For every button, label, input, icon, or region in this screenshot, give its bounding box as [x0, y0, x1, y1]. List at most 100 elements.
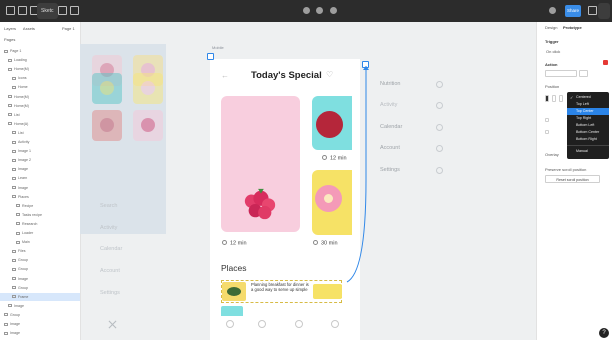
layer-name: Tasks recipe — [22, 212, 42, 217]
frame-icon — [4, 322, 8, 326]
top-toolbar: Sketc Share — [0, 0, 612, 22]
share-button[interactable]: Share — [565, 5, 581, 17]
frame-icon — [8, 95, 12, 99]
layer-row[interactable]: Tasks recipe — [0, 211, 80, 219]
delete-interaction-icon[interactable] — [603, 60, 608, 65]
dropdown-item[interactable]: Top Left — [567, 101, 609, 108]
layer-row[interactable]: List — [0, 111, 80, 119]
layer-row[interactable]: Group — [0, 265, 80, 273]
component-icon[interactable] — [316, 7, 323, 14]
hand-tool-icon[interactable] — [58, 6, 67, 15]
nav-settings[interactable]: Settings — [380, 167, 400, 173]
bookmark-icon[interactable] — [295, 320, 303, 328]
nav-account[interactable]: Account — [380, 145, 400, 151]
layer-row[interactable]: Image 2 — [0, 156, 80, 164]
theme-icon[interactable] — [303, 7, 310, 14]
dropdown-item[interactable]: Top Center — [567, 108, 609, 115]
align-center-button[interactable] — [552, 95, 556, 102]
raspberry-image — [244, 188, 276, 220]
move-tool-icon[interactable] — [18, 6, 27, 15]
nav-nutrition[interactable]: Nutrition — [380, 81, 400, 87]
connection-handle[interactable] — [362, 61, 369, 68]
layer-row[interactable]: Image — [0, 302, 80, 310]
layer-row[interactable]: Activity — [0, 138, 80, 146]
selection-handle[interactable] — [207, 53, 214, 60]
layer-row[interactable]: Home — [0, 83, 80, 91]
help-button[interactable]: ? — [599, 328, 609, 338]
ghost-nav-settings: Settings — [100, 290, 120, 296]
image-tile — [92, 110, 122, 141]
nav-activity[interactable]: Activity — [380, 102, 397, 108]
destination-select[interactable] — [579, 70, 588, 77]
comment-tool-icon[interactable] — [70, 6, 79, 15]
align-left-button[interactable] — [545, 95, 549, 102]
layer-row[interactable]: Image — [0, 275, 80, 283]
layer-row[interactable]: Home(A) — [0, 120, 80, 128]
layer-row[interactable]: Image — [0, 320, 80, 328]
image-tile — [133, 110, 163, 141]
position-dropdown[interactable]: ✓ Centered Top Left Top Center Top Right Bott… — [567, 92, 609, 159]
dropdown-item[interactable]: Bottom Right — [567, 136, 609, 143]
action-select[interactable] — [545, 70, 577, 77]
layer-row[interactable]: Learn — [0, 174, 80, 182]
reset-scroll-button[interactable]: Reset scroll position — [545, 175, 600, 183]
layer-row[interactable]: Frame — [0, 292, 80, 301]
layer-row[interactable]: Image — [0, 329, 80, 337]
page-selector[interactable]: Page 1 — [62, 26, 75, 31]
layer-row[interactable]: Page 1 — [0, 47, 80, 55]
tab-design[interactable]: Design — [545, 25, 557, 30]
layer-name: Frame — [18, 294, 29, 299]
zoom-menu[interactable] — [598, 3, 610, 19]
tab-prototype[interactable]: Prototype — [563, 25, 582, 30]
search-icon[interactable] — [258, 320, 266, 328]
layer-row[interactable]: Icons — [0, 74, 80, 82]
layer-row[interactable]: Image — [0, 165, 80, 173]
tab-assets[interactable]: Assets — [23, 26, 35, 31]
calendar-icon — [436, 124, 443, 131]
layer-row[interactable]: Home(M) — [0, 65, 80, 73]
frame-icon — [12, 295, 16, 299]
home-icon[interactable] — [226, 320, 234, 328]
align-right-button[interactable] — [559, 95, 563, 102]
trigger-select[interactable]: On click — [546, 49, 560, 54]
dropdown-item[interactable]: Manual — [567, 148, 609, 155]
background-checkbox[interactable] — [545, 130, 549, 134]
layer-row[interactable]: Main — [0, 238, 80, 246]
dropdown-separator — [567, 145, 609, 146]
dropdown-item[interactable]: Bottom Left — [567, 122, 609, 129]
close-icon[interactable] — [108, 320, 117, 329]
layer-row[interactable]: Loading — [0, 56, 80, 64]
avatar[interactable] — [549, 7, 556, 14]
layer-row[interactable]: List — [0, 129, 80, 137]
layer-name: Files — [18, 249, 26, 254]
layer-row[interactable]: Places — [0, 193, 80, 201]
heart-icon[interactable]: ♡ — [326, 70, 333, 79]
dropdown-item[interactable]: Bottom Center — [567, 129, 609, 136]
layer-row[interactable]: Files — [0, 247, 80, 255]
layer-row[interactable]: Group — [0, 256, 80, 264]
profile-icon[interactable] — [331, 320, 339, 328]
layer-row[interactable]: Home(M) — [0, 93, 80, 101]
layer-row[interactable]: Image 1 — [0, 147, 80, 155]
layer-row[interactable]: Loader — [0, 229, 80, 237]
dropdown-item[interactable]: ✓ Centered — [567, 94, 609, 101]
layer-row[interactable]: Research — [0, 220, 80, 228]
file-tab[interactable]: Sketc — [37, 3, 58, 19]
layer-row[interactable]: Home(M) — [0, 102, 80, 110]
nav-calendar[interactable]: Calendar — [380, 124, 402, 130]
clock-icon — [313, 240, 318, 245]
close-outside-checkbox[interactable] — [545, 118, 549, 122]
back-arrow-icon[interactable]: ← — [221, 71, 229, 80]
layer-row[interactable]: Group — [0, 311, 80, 319]
layer-row[interactable]: Image — [0, 184, 80, 192]
dropdown-item[interactable]: Top Right — [567, 115, 609, 122]
layer-row[interactable]: Recipe — [0, 202, 80, 210]
main-menu-icon[interactable] — [6, 6, 15, 15]
tab-layers[interactable]: Layers — [4, 26, 16, 31]
layer-name: Image — [10, 322, 20, 326]
position-label: Position — [545, 84, 560, 89]
mask-icon[interactable] — [330, 7, 337, 14]
frame-icon — [16, 222, 20, 226]
layer-row[interactable]: Group — [0, 284, 80, 292]
present-icon[interactable] — [588, 6, 597, 15]
